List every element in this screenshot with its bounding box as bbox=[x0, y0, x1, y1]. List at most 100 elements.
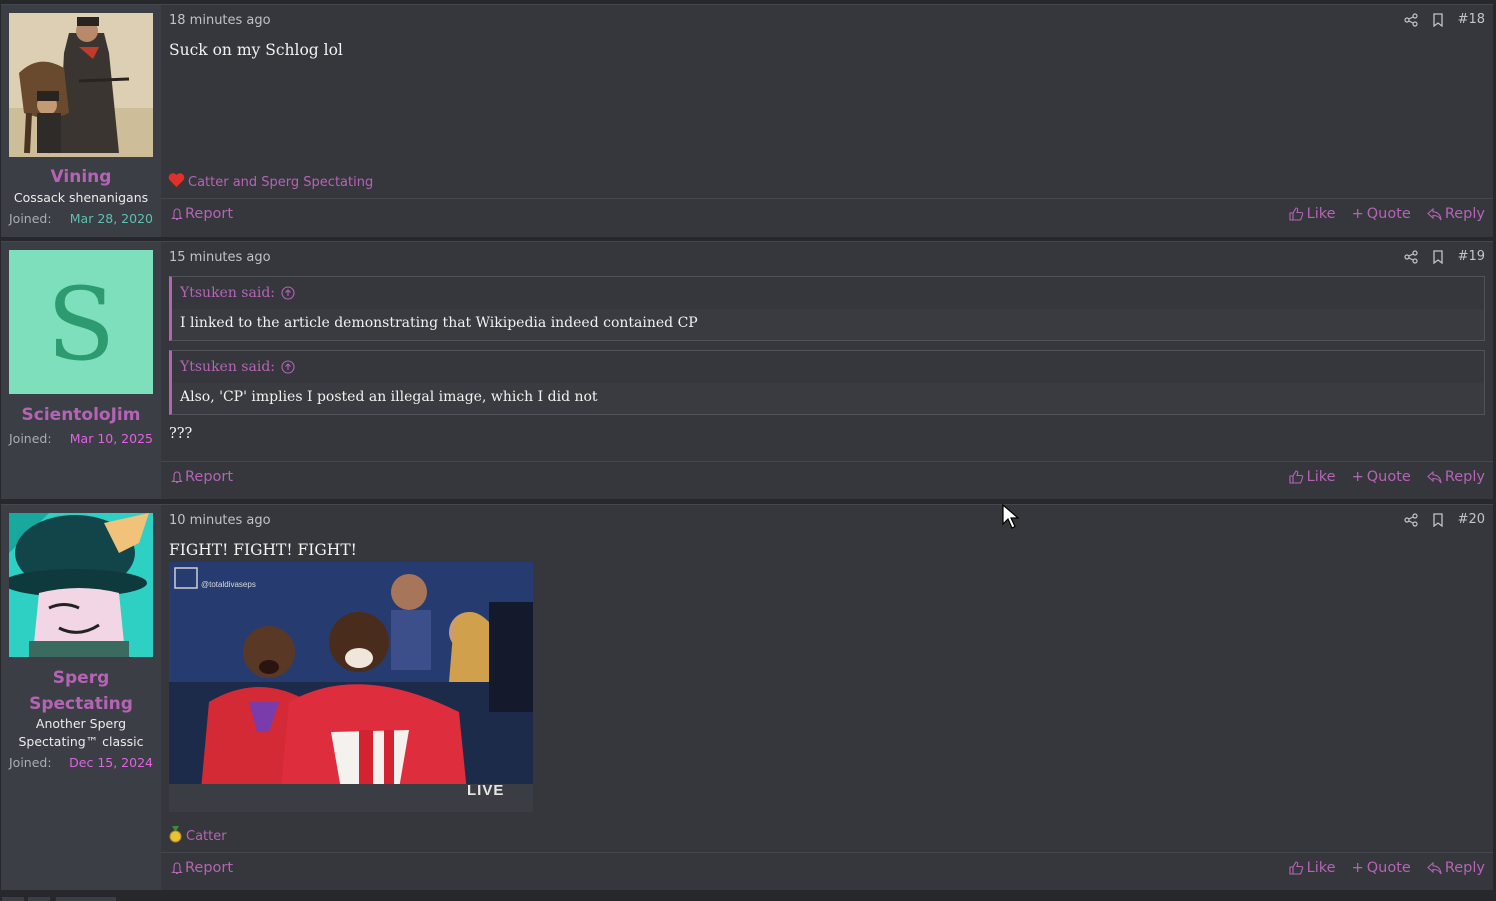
post-19: S ScientoloJim Joined: Mar 10, 2025 15 m… bbox=[1, 241, 1493, 499]
username[interactable]: Vining bbox=[1, 164, 161, 190]
reactions-bar[interactable]: Catter and Sperg Spectating bbox=[168, 172, 373, 192]
user-title-line-1: Another Sperg bbox=[35, 716, 127, 731]
arrow-up-circle-icon[interactable] bbox=[281, 286, 295, 300]
reply-icon bbox=[1427, 207, 1442, 220]
arrow-up-circle-icon[interactable] bbox=[281, 360, 295, 374]
post-actions: Like + Quote Reply bbox=[1289, 206, 1485, 222]
post-20: Sperg Spectating Another Sperg Spectatin… bbox=[1, 504, 1493, 890]
post-number[interactable]: #18 bbox=[1458, 12, 1485, 27]
username-line-2[interactable]: Spectating bbox=[1, 691, 161, 717]
post-footer: Report Like + Quote Reply bbox=[161, 852, 1493, 889]
like-label: Like bbox=[1306, 469, 1336, 485]
reply-label: Reply bbox=[1444, 469, 1485, 485]
share-icon[interactable] bbox=[1403, 512, 1418, 527]
bell-icon bbox=[171, 861, 183, 874]
post-message: FIGHT! FIGHT! FIGHT! bbox=[169, 541, 357, 559]
reply-icon bbox=[1427, 470, 1442, 483]
quote-button[interactable]: + Quote bbox=[1352, 206, 1411, 222]
post-body: 10 minutes ago #20 FIGHT! FIGHT! FIGHT! bbox=[161, 505, 1493, 890]
username[interactable]: ScientoloJim bbox=[1, 402, 161, 428]
user-cell: Vining Cossack shenanigans Joined: Mar 2… bbox=[1, 5, 161, 237]
thumbs-up-icon bbox=[1289, 861, 1303, 875]
medal-icon bbox=[168, 826, 183, 847]
avatar[interactable] bbox=[9, 513, 153, 657]
reactions-bar[interactable]: Catter bbox=[168, 826, 227, 847]
post-time[interactable]: 10 minutes ago bbox=[169, 513, 271, 528]
reply-button[interactable]: Reply bbox=[1427, 206, 1485, 222]
joined-label: Joined: bbox=[9, 431, 52, 446]
report-button[interactable]: Report bbox=[171, 860, 233, 876]
post-18: Vining Cossack shenanigans Joined: Mar 2… bbox=[1, 4, 1493, 237]
reply-button[interactable]: Reply bbox=[1427, 860, 1485, 876]
report-label: Report bbox=[185, 206, 234, 222]
embedded-gif[interactable]: @totaldivaseps LIVE bbox=[169, 562, 533, 812]
post-time[interactable]: 18 minutes ago bbox=[169, 13, 271, 28]
gif-live-badge: LIVE bbox=[467, 782, 505, 799]
page-nav-button[interactable] bbox=[56, 897, 116, 901]
post-actions: Like + Quote Reply bbox=[1289, 469, 1485, 485]
post-number[interactable]: #20 bbox=[1458, 512, 1485, 527]
quote-author[interactable]: Ytsuken said: bbox=[180, 359, 275, 375]
user-cell: Sperg Spectating Another Sperg Spectatin… bbox=[1, 505, 161, 890]
like-label: Like bbox=[1306, 860, 1336, 876]
bookmark-icon[interactable] bbox=[1432, 512, 1444, 527]
quote-label: Quote bbox=[1366, 860, 1411, 876]
post-actions: Like + Quote Reply bbox=[1289, 860, 1485, 876]
avatar-letter: S bbox=[46, 266, 116, 383]
reply-icon bbox=[1427, 861, 1442, 874]
thumbs-up-icon bbox=[1289, 470, 1303, 484]
user-title: Cossack shenanigans bbox=[13, 190, 149, 205]
username-line-1[interactable]: Sperg bbox=[1, 665, 161, 691]
report-label: Report bbox=[185, 860, 234, 876]
plus-icon: + bbox=[1351, 469, 1364, 485]
post-time[interactable]: 15 minutes ago bbox=[169, 250, 271, 265]
post-tools: #19 bbox=[1403, 249, 1485, 264]
post-number[interactable]: #19 bbox=[1458, 249, 1485, 264]
report-button[interactable]: Report bbox=[171, 206, 233, 222]
reply-label: Reply bbox=[1444, 206, 1485, 222]
quote-author[interactable]: Ytsuken said: bbox=[180, 285, 275, 301]
page-nav-button[interactable] bbox=[2, 897, 24, 901]
page-nav-button[interactable] bbox=[28, 897, 50, 901]
quote-label: Quote bbox=[1366, 206, 1411, 222]
quote-button[interactable]: + Quote bbox=[1352, 469, 1411, 485]
user-title-line-2: Spectating™ classic bbox=[18, 734, 144, 749]
reply-button[interactable]: Reply bbox=[1427, 469, 1485, 485]
quote-block: Ytsuken said: Also, 'CP' implies I poste… bbox=[169, 350, 1485, 415]
reactions-text[interactable]: Catter bbox=[186, 829, 227, 844]
post-tools: #18 bbox=[1403, 12, 1485, 27]
joined-date: Dec 15, 2024 bbox=[69, 755, 153, 770]
joined-label: Joined: bbox=[9, 211, 52, 226]
reply-label: Reply bbox=[1444, 860, 1485, 876]
post-body: 15 minutes ago #19 Ytsuken said: I linke… bbox=[161, 242, 1493, 499]
post-footer: Report Like + Quote Reply bbox=[161, 461, 1493, 498]
reactions-text[interactable]: Catter and Sperg Spectating bbox=[188, 175, 373, 190]
bookmark-icon[interactable] bbox=[1432, 12, 1444, 27]
quote-button[interactable]: + Quote bbox=[1352, 860, 1411, 876]
thumbs-up-icon bbox=[1289, 207, 1303, 221]
share-icon[interactable] bbox=[1403, 12, 1418, 27]
bookmark-icon[interactable] bbox=[1432, 249, 1444, 264]
report-label: Report bbox=[185, 469, 234, 485]
like-button[interactable]: Like bbox=[1289, 206, 1336, 222]
mouse-cursor-icon bbox=[1002, 504, 1020, 529]
heart-icon bbox=[168, 172, 185, 192]
report-button[interactable]: Report bbox=[171, 469, 233, 485]
post-footer: Report Like + Quote Reply bbox=[161, 198, 1493, 235]
quote-text: Also, 'CP' implies I posted an illegal i… bbox=[172, 383, 1484, 414]
quote-header[interactable]: Ytsuken said: bbox=[172, 351, 1484, 383]
like-button[interactable]: Like bbox=[1289, 469, 1336, 485]
avatar[interactable]: S bbox=[9, 250, 153, 394]
like-button[interactable]: Like bbox=[1289, 860, 1336, 876]
bell-icon bbox=[171, 207, 183, 220]
post-message: ??? bbox=[169, 426, 193, 442]
quote-header[interactable]: Ytsuken said: bbox=[172, 277, 1484, 309]
gif-watermark: @totaldivaseps bbox=[201, 580, 256, 589]
quote-block: Ytsuken said: I linked to the article de… bbox=[169, 276, 1485, 341]
avatar[interactable] bbox=[9, 13, 153, 157]
share-icon[interactable] bbox=[1403, 249, 1418, 264]
post-message: Suck on my Schlog lol bbox=[169, 41, 343, 59]
joined-date: Mar 28, 2020 bbox=[69, 211, 153, 226]
cossack-illustration bbox=[9, 13, 153, 157]
joined-label: Joined: bbox=[9, 755, 52, 770]
